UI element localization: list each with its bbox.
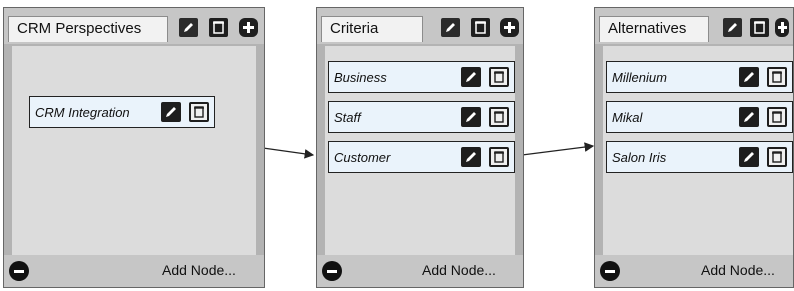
panel-footer: Add Node... bbox=[595, 255, 793, 287]
edit-node-button[interactable] bbox=[739, 147, 759, 167]
node-label: Salon Iris bbox=[612, 150, 667, 165]
panel-footer: Add Node... bbox=[317, 255, 523, 287]
pencil-icon bbox=[466, 72, 476, 82]
edit-node-button[interactable] bbox=[461, 107, 481, 127]
add-node-link[interactable]: Add Node... bbox=[422, 262, 496, 278]
delete-node-button[interactable] bbox=[767, 147, 787, 167]
delete-button[interactable] bbox=[471, 18, 490, 37]
add-button[interactable] bbox=[500, 18, 519, 37]
pencil-icon bbox=[744, 112, 754, 122]
panel-title: CRM Perspectives bbox=[8, 16, 168, 42]
edit-node-button[interactable] bbox=[161, 102, 181, 122]
trash-icon bbox=[194, 106, 204, 118]
pencil-icon bbox=[466, 152, 476, 162]
plus-icon bbox=[778, 22, 787, 33]
edit-button[interactable] bbox=[723, 18, 742, 37]
panel-crm-perspectives: CRM Perspectives CRM Integration Add Nod… bbox=[3, 7, 265, 288]
node-label: Staff bbox=[334, 110, 361, 125]
node-customer[interactable]: Customer bbox=[328, 141, 515, 173]
panel-title: Alternatives bbox=[599, 16, 709, 42]
add-button[interactable] bbox=[239, 18, 258, 37]
add-node-link[interactable]: Add Node... bbox=[162, 262, 236, 278]
pencil-icon bbox=[184, 23, 193, 32]
trash-icon bbox=[213, 21, 224, 34]
arrow-right-icon bbox=[521, 142, 595, 156]
delete-button[interactable] bbox=[209, 18, 228, 37]
edit-button[interactable] bbox=[179, 18, 198, 37]
minus-icon[interactable] bbox=[9, 261, 29, 281]
node-salon-iris[interactable]: Salon Iris bbox=[606, 141, 793, 173]
node-label: Business bbox=[334, 70, 387, 85]
minus-icon[interactable] bbox=[600, 261, 620, 281]
delete-node-button[interactable] bbox=[489, 67, 509, 87]
trash-icon bbox=[754, 21, 765, 34]
delete-button[interactable] bbox=[750, 18, 769, 37]
plus-icon bbox=[504, 22, 515, 33]
edit-button[interactable] bbox=[441, 18, 460, 37]
edit-node-button[interactable] bbox=[739, 67, 759, 87]
node-area: CRM Integration bbox=[12, 46, 256, 255]
pencil-icon bbox=[744, 152, 754, 162]
delete-node-button[interactable] bbox=[767, 67, 787, 87]
delete-node-button[interactable] bbox=[767, 107, 787, 127]
trash-icon bbox=[772, 111, 782, 123]
node-mikal[interactable]: Mikal bbox=[606, 101, 793, 133]
node-area: Business Staff Customer bbox=[325, 46, 515, 255]
pencil-icon bbox=[466, 112, 476, 122]
plus-icon bbox=[243, 22, 254, 33]
trash-icon bbox=[494, 71, 504, 83]
edit-node-button[interactable] bbox=[461, 147, 481, 167]
add-button[interactable] bbox=[775, 18, 789, 37]
node-business[interactable]: Business bbox=[328, 61, 515, 93]
delete-node-button[interactable] bbox=[489, 107, 509, 127]
trash-icon bbox=[494, 111, 504, 123]
pencil-icon bbox=[446, 23, 455, 32]
pencil-icon bbox=[166, 107, 176, 117]
panel-header: Criteria bbox=[317, 8, 523, 44]
panel-title: Criteria bbox=[321, 16, 423, 42]
trash-icon bbox=[475, 21, 486, 34]
trash-icon bbox=[772, 151, 782, 163]
node-area: Millenium Mikal Salon Iris bbox=[603, 46, 793, 255]
node-label: Millenium bbox=[612, 70, 667, 85]
panel-header: CRM Perspectives bbox=[4, 8, 264, 44]
panel-alternatives: Alternatives Millenium Mikal Salon Iris … bbox=[594, 7, 794, 288]
edit-node-button[interactable] bbox=[739, 107, 759, 127]
panel-criteria: Criteria Business Staff Customer Add Nod… bbox=[316, 7, 524, 288]
trash-icon bbox=[494, 151, 504, 163]
node-millenium[interactable]: Millenium bbox=[606, 61, 793, 93]
node-staff[interactable]: Staff bbox=[328, 101, 515, 133]
node-label: Mikal bbox=[612, 110, 643, 125]
pencil-icon bbox=[744, 72, 754, 82]
node-label: CRM Integration bbox=[35, 105, 130, 120]
node-crm-integration[interactable]: CRM Integration bbox=[29, 96, 215, 128]
node-label: Customer bbox=[334, 150, 391, 165]
pencil-icon bbox=[728, 23, 737, 32]
edit-node-button[interactable] bbox=[461, 67, 481, 87]
panel-footer: Add Node... bbox=[4, 255, 264, 287]
arrow-right-icon bbox=[262, 147, 315, 159]
minus-icon[interactable] bbox=[322, 261, 342, 281]
add-node-link[interactable]: Add Node... bbox=[701, 262, 775, 278]
trash-icon bbox=[772, 71, 782, 83]
delete-node-button[interactable] bbox=[489, 147, 509, 167]
panel-header: Alternatives bbox=[595, 8, 793, 44]
delete-node-button[interactable] bbox=[189, 102, 209, 122]
